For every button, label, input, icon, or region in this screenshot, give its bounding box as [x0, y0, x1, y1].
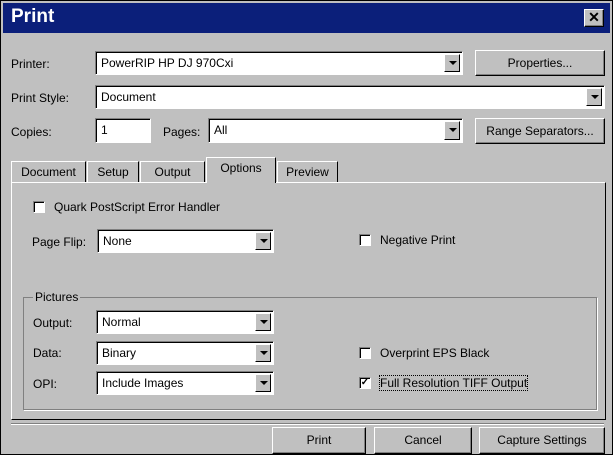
opi-select[interactable]: Include Images: [96, 371, 274, 395]
data-label: Data:: [33, 346, 62, 360]
chevron-down-icon[interactable]: [255, 232, 271, 250]
print-style-label: Print Style:: [11, 91, 70, 105]
cancel-button-label: Cancel: [404, 433, 442, 447]
close-icon: ✕: [588, 9, 600, 25]
chevron-down-icon[interactable]: [444, 121, 460, 140]
range-separators-button[interactable]: Range Separators...: [475, 118, 605, 144]
print-button-label: Print: [306, 433, 332, 447]
page-flip-select[interactable]: None: [97, 229, 274, 253]
capture-settings-label: Capture Settings: [497, 433, 587, 447]
copies-value: 1: [101, 123, 108, 137]
opi-value: Include Images: [102, 376, 184, 390]
quark-error-handler-checkbox[interactable]: [33, 201, 45, 213]
range-separators-label: Range Separators...: [486, 124, 594, 138]
pages-label: Pages:: [163, 125, 201, 139]
overprint-eps-black-label: Overprint EPS Black: [380, 346, 490, 360]
data-value: Binary: [102, 346, 137, 360]
printer-label: Printer:: [11, 57, 50, 71]
chevron-down-icon[interactable]: [586, 88, 602, 106]
checkmark-icon: ✓: [360, 377, 370, 388]
quark-error-handler-label: Quark PostScript Error Handler: [54, 200, 221, 214]
copies-input[interactable]: 1: [95, 118, 151, 143]
pages-value: All: [214, 123, 228, 137]
bottom-separator: [11, 423, 604, 425]
negative-print-label: Negative Print: [380, 233, 456, 247]
chevron-down-icon[interactable]: [444, 54, 460, 72]
chevron-down-icon[interactable]: [255, 313, 271, 331]
chevron-down-icon[interactable]: [255, 344, 271, 362]
title-bar: Print ✕: [3, 3, 610, 33]
copies-label: Copies:: [11, 125, 52, 139]
print-style-value: Document: [101, 90, 156, 104]
close-button[interactable]: ✕: [584, 9, 604, 27]
tab-label: Preview: [286, 165, 329, 179]
pictures-group-label: Pictures: [33, 290, 81, 304]
cancel-button[interactable]: Cancel: [374, 427, 472, 454]
chevron-down-icon[interactable]: [255, 374, 271, 392]
output-value: Normal: [102, 315, 141, 329]
properties-button[interactable]: Properties...: [475, 50, 605, 76]
full-res-tiff-label: Full Resolution TIFF Output: [378, 375, 529, 391]
tab-label: Document: [21, 165, 76, 179]
properties-button-label: Properties...: [507, 56, 573, 70]
negative-print-checkbox[interactable]: [359, 234, 371, 246]
tab-options[interactable]: Options: [206, 157, 276, 183]
print-dialog: Print ✕ Printer: PowerRIP HP DJ 970Cxi P…: [0, 0, 613, 455]
print-button[interactable]: Print: [272, 427, 366, 454]
tab-label: Setup: [97, 165, 129, 179]
printer-value: PowerRIP HP DJ 970Cxi: [101, 56, 234, 70]
tab-setup[interactable]: Setup: [87, 161, 139, 182]
printer-select[interactable]: PowerRIP HP DJ 970Cxi: [95, 51, 463, 75]
opi-label: OPI:: [33, 377, 58, 391]
print-style-select[interactable]: Document: [95, 85, 605, 109]
page-flip-label: Page Flip:: [32, 235, 87, 249]
capture-settings-button[interactable]: Capture Settings: [479, 427, 605, 454]
overprint-eps-black-checkbox[interactable]: [359, 347, 371, 359]
full-res-tiff-checkbox[interactable]: ✓: [359, 377, 371, 389]
output-label: Output:: [33, 316, 73, 330]
tab-preview[interactable]: Preview: [277, 161, 338, 182]
data-select[interactable]: Binary: [96, 341, 274, 365]
output-select[interactable]: Normal: [96, 310, 274, 334]
tab-label: Output: [154, 165, 191, 179]
tab-label: Options: [220, 161, 262, 175]
page-flip-value: None: [103, 234, 132, 248]
tab-output[interactable]: Output: [140, 161, 205, 182]
tab-document[interactable]: Document: [11, 161, 86, 182]
pages-select[interactable]: All: [208, 118, 463, 143]
window-title: Print: [11, 6, 55, 27]
